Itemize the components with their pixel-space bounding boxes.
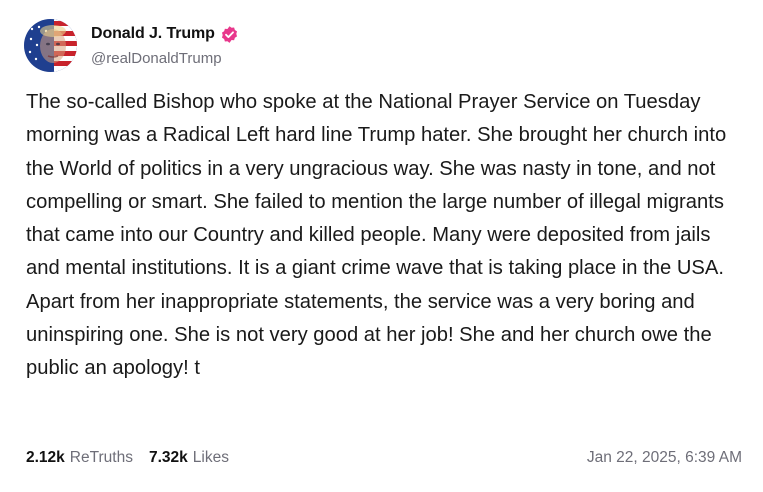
display-name[interactable]: Donald J. Trump [91,25,215,43]
likes-stat[interactable]: 7.32k Likes [149,449,229,467]
likes-count: 7.32k [148,449,188,466]
retruths-label: ReTruths [69,449,133,466]
post-body-text: The so-called Bishop who spoke at the Na… [26,91,727,380]
post-header: Donald J. Trump @realDonaldTrump [24,19,239,72]
retruths-stat[interactable]: 2.12k ReTruths [26,449,133,467]
display-name-row: Donald J. Trump [91,25,239,44]
post-card: Donald J. Trump @realDonaldTrump The so-… [0,0,763,492]
verified-badge-icon [220,25,239,44]
author-names: Donald J. Trump @realDonaldTrump [91,25,239,67]
retruths-count: 2.12k [26,449,65,466]
likes-label: Likes [192,449,229,466]
post-footer: 2.12k ReTruths 7.32k Likes Jan 22, 2025,… [26,449,742,467]
author-handle[interactable]: @realDonaldTrump [91,50,239,67]
post-timestamp[interactable]: Jan 22, 2025, 6:39 AM [587,449,742,467]
avatar-image [24,19,77,72]
avatar[interactable] [24,19,77,72]
